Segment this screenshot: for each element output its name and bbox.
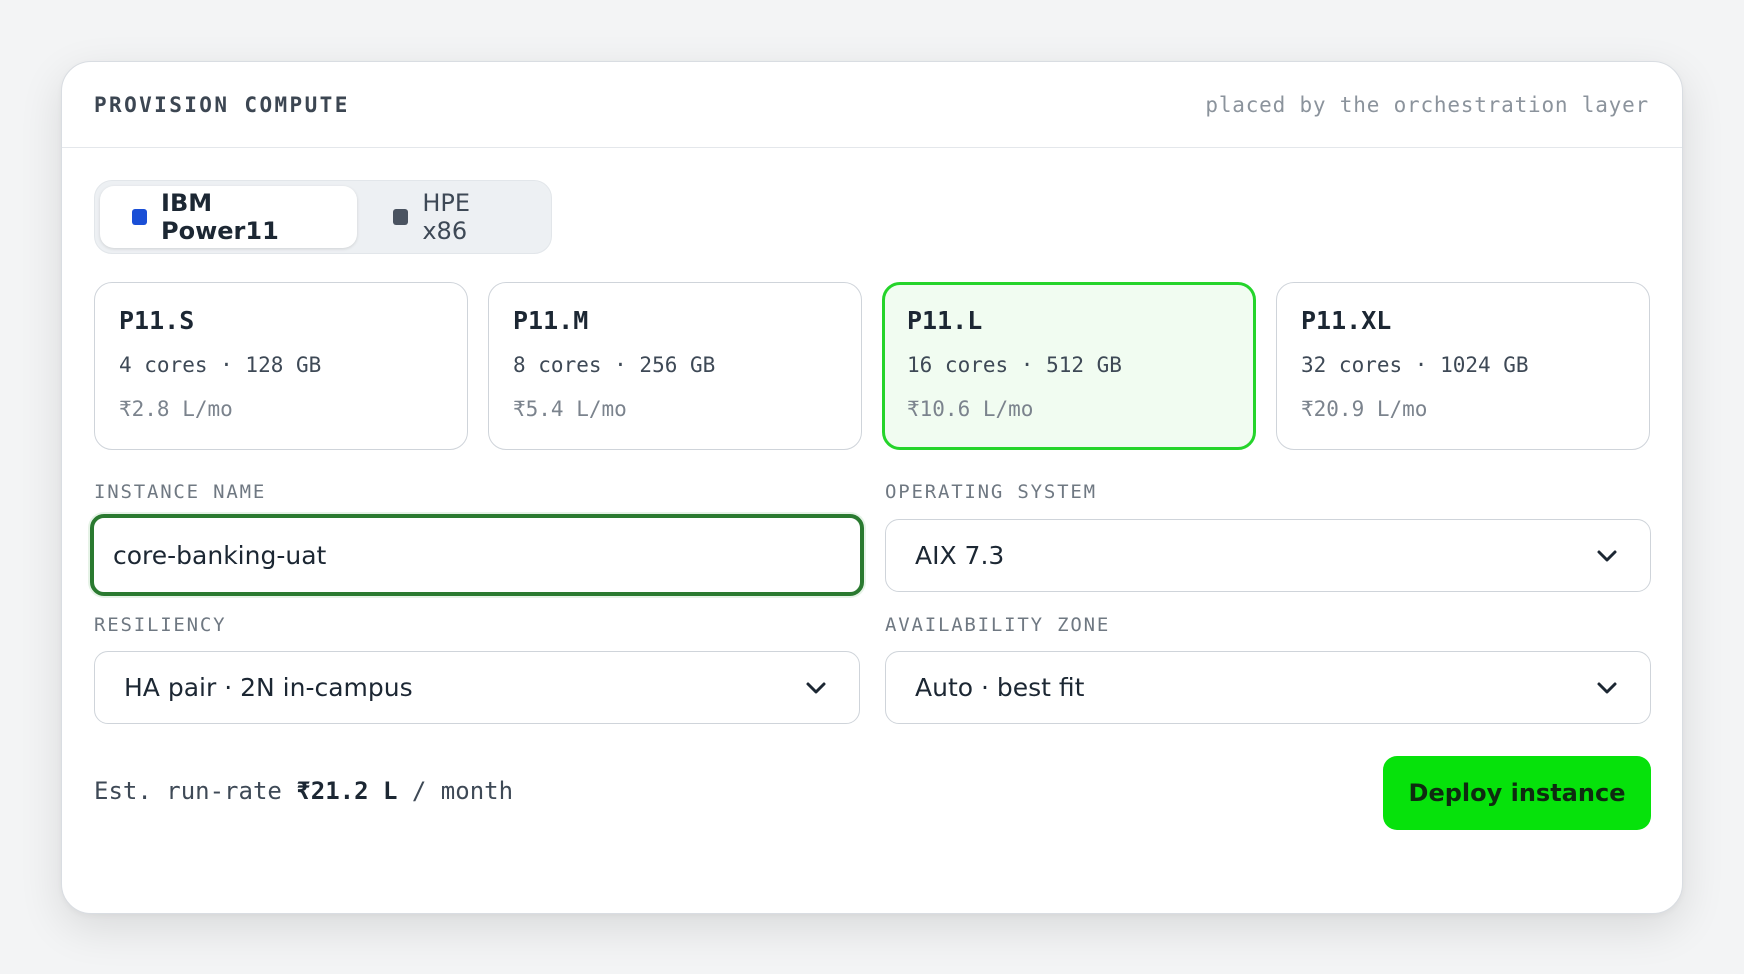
tier-name: P11.XL xyxy=(1301,306,1392,335)
run-rate-value: ₹21.2 L xyxy=(296,777,398,805)
card-header: PROVISION COMPUTE placed by the orchestr… xyxy=(62,62,1682,148)
run-rate-suffix: / month xyxy=(411,777,514,805)
tier-spec: 8 cores · 256 GB xyxy=(513,353,716,377)
tier-price: ₹20.9 L/mo xyxy=(1301,397,1428,421)
resiliency-select[interactable]: HA pair · 2N in-campus xyxy=(94,651,860,724)
instance-name-field[interactable] xyxy=(90,514,864,596)
provision-compute-card: PROVISION COMPUTE placed by the orchestr… xyxy=(61,61,1683,914)
tier-spec: 4 cores · 128 GB xyxy=(119,353,322,377)
platform-option-ibm-power11[interactable]: IBM Power11 xyxy=(100,186,358,248)
tier-spec: 32 cores · 1024 GB xyxy=(1301,353,1529,377)
instance-name-input[interactable] xyxy=(113,540,836,570)
card-title: PROVISION COMPUTE xyxy=(94,92,350,117)
platform-square-icon xyxy=(393,209,409,225)
operating-system-select[interactable]: AIX 7.3 xyxy=(885,519,1651,592)
tier-price: ₹2.8 L/mo xyxy=(119,397,233,421)
run-rate-prefix: Est. run-rate xyxy=(94,777,282,805)
tier-grid: P11.S 4 cores · 128 GB ₹2.8 L/mo P11.M 8… xyxy=(94,282,1650,450)
tier-spec: 16 cores · 512 GB xyxy=(907,353,1122,377)
tier-price: ₹5.4 L/mo xyxy=(513,397,627,421)
availability-zone-value: Auto · best fit xyxy=(915,673,1085,702)
platform-toggle: IBM Power11 HPE x86 xyxy=(94,180,552,254)
tier-card-p11-xl[interactable]: P11.XL 32 cores · 1024 GB ₹20.9 L/mo xyxy=(1276,282,1650,450)
tier-card-p11-m[interactable]: P11.M 8 cores · 256 GB ₹5.4 L/mo xyxy=(488,282,862,450)
deploy-instance-button[interactable]: Deploy instance xyxy=(1383,756,1651,830)
tier-card-p11-s[interactable]: P11.S 4 cores · 128 GB ₹2.8 L/mo xyxy=(94,282,468,450)
tier-name: P11.M xyxy=(513,306,589,335)
resiliency-value: HA pair · 2N in-campus xyxy=(124,673,413,702)
resiliency-label: RESILIENCY xyxy=(94,614,227,636)
availability-zone-select[interactable]: Auto · best fit xyxy=(885,651,1651,724)
chevron-down-icon xyxy=(1597,550,1617,561)
availability-zone-label: AVAILABILITY ZONE xyxy=(885,614,1111,636)
operating-system-label: OPERATING SYSTEM xyxy=(885,481,1097,503)
tier-price: ₹10.6 L/mo xyxy=(907,397,1034,421)
platform-label: IBM Power11 xyxy=(161,189,279,245)
estimated-run-rate: Est. run-rate ₹21.2 L / month xyxy=(94,777,513,805)
operating-system-value: AIX 7.3 xyxy=(915,541,1005,570)
header-note: placed by the orchestration layer xyxy=(1205,92,1649,117)
chevron-down-icon xyxy=(1597,682,1617,693)
platform-label: HPE x86 xyxy=(422,189,471,245)
platform-square-icon xyxy=(132,209,148,225)
chevron-down-icon xyxy=(806,682,826,693)
tier-name: P11.L xyxy=(907,306,983,335)
tier-card-p11-l[interactable]: P11.L 16 cores · 512 GB ₹10.6 L/mo xyxy=(882,282,1256,450)
tier-name: P11.S xyxy=(119,306,195,335)
instance-name-label: INSTANCE NAME xyxy=(94,481,267,503)
platform-option-hpe-x86[interactable]: HPE x86 xyxy=(361,186,546,248)
